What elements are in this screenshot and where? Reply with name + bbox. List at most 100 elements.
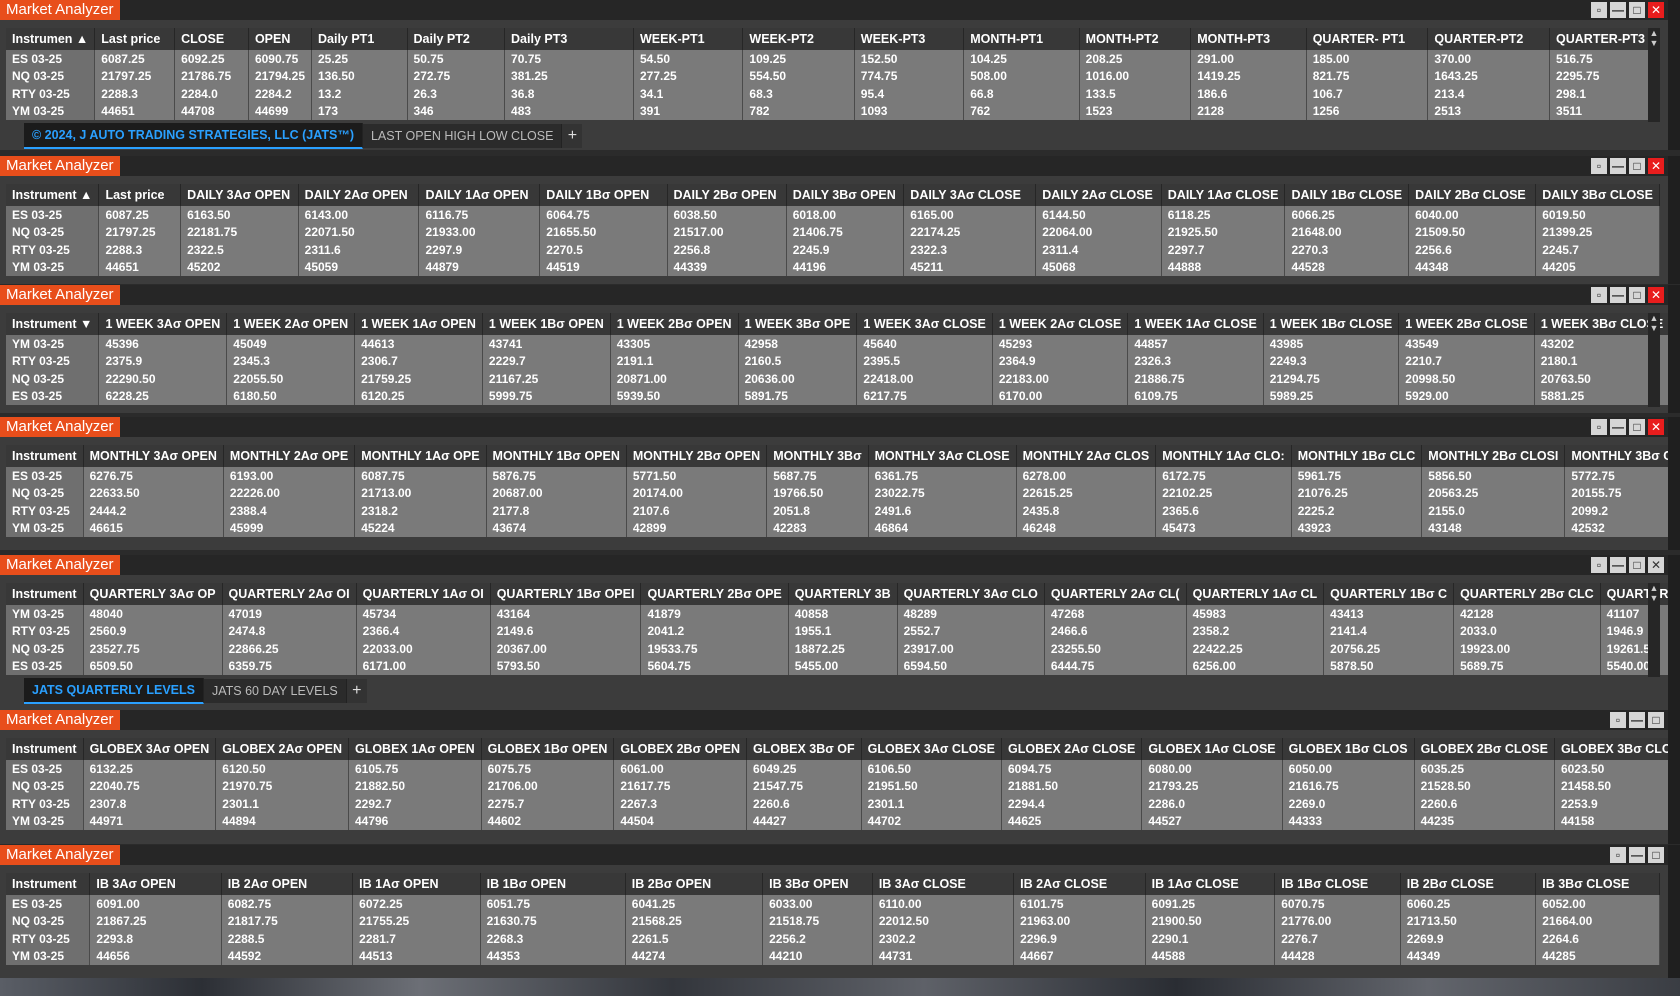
- table-row[interactable]: ES 03-25 6276.75 6193.00 6087.75 5876.75 5771…: [6, 467, 1668, 485]
- table-row[interactable]: ES 03-25 6087.25 6092.25 6090.75 25.25 50.75 7…: [6, 50, 1660, 68]
- vertical-scrollbar[interactable]: ▲ ▼: [1648, 28, 1660, 122]
- column-header[interactable]: GLOBEX 3Aσ OPEN: [83, 738, 217, 760]
- column-header[interactable]: MONTHLY 1Aσ OPE: [354, 445, 487, 467]
- table-row[interactable]: NQ 03-25 23527.75 22866.25 22033.00 20367.00…: [6, 640, 1668, 658]
- column-header[interactable]: GLOBEX 2Aσ OPEN: [215, 738, 349, 760]
- column-header[interactable]: IB 3Aσ CLOSE: [872, 873, 1015, 895]
- column-header[interactable]: MONTH-PT1: [963, 28, 1080, 50]
- column-header[interactable]: Instrument: [6, 583, 84, 605]
- restore-icon[interactable]: ▫: [1591, 287, 1607, 303]
- column-header[interactable]: MONTHLY 1Bσ CLC: [1291, 445, 1423, 467]
- column-header[interactable]: QUARTERLY 3Aσ CLO: [897, 583, 1045, 605]
- table-row[interactable]: RTY 03-25 2375.9 2345.3 2306.7 2229.7 2191.1 2…: [6, 352, 1668, 370]
- column-header[interactable]: GLOBEX 3Bσ CLOSE: [1554, 738, 1668, 760]
- column-header[interactable]: Last price: [94, 28, 176, 50]
- column-header[interactable]: MONTHLY 1Bσ OPEN: [486, 445, 627, 467]
- column-header[interactable]: IB 1Aσ CLOSE: [1145, 873, 1276, 895]
- maximize-icon[interactable]: □: [1648, 712, 1664, 728]
- table-row[interactable]: NQ 03-25 21867.25 21817.75 21755.25 21630.75…: [6, 912, 1660, 930]
- column-header[interactable]: QUARTERLY 2Aσ CL(: [1044, 583, 1187, 605]
- maximize-icon[interactable]: □: [1648, 847, 1664, 863]
- table-row[interactable]: ES 03-25 6132.25 6120.50 6105.75 6075.75 6061…: [6, 760, 1668, 778]
- column-header[interactable]: Instrument ▲: [6, 184, 100, 206]
- column-header[interactable]: QUARTER-PT2: [1427, 28, 1551, 50]
- tab-1[interactable]: © 2024, J AUTO TRADING STRATEGIES, LLC (…: [24, 123, 363, 149]
- column-header[interactable]: Instrument: [6, 738, 84, 760]
- column-header[interactable]: Daily PT2: [407, 28, 506, 50]
- column-header[interactable]: DAILY 2Bσ OPEN: [667, 184, 787, 206]
- column-header[interactable]: Daily PT3: [504, 28, 634, 50]
- minimize-icon[interactable]: —: [1610, 419, 1626, 435]
- window-titlebar[interactable]: Market Analyzer ▫ — □: [0, 710, 1668, 730]
- table-row[interactable]: RTY 03-25 2293.8 2288.5 2281.7 2268.3 2261.5 2…: [6, 930, 1660, 948]
- table-row[interactable]: NQ 03-25 22040.75 21970.75 21882.50 21706.00…: [6, 777, 1668, 795]
- column-header[interactable]: DAILY 1Bσ OPEN: [539, 184, 668, 206]
- column-header[interactable]: GLOBEX 2Bσ OPEN: [613, 738, 748, 760]
- minimize-icon[interactable]: —: [1610, 287, 1626, 303]
- window-titlebar[interactable]: Market Analyzer ▫ — □ ✕: [0, 285, 1668, 305]
- column-header[interactable]: 1 WEEK 3Aσ OPEN: [98, 313, 228, 335]
- vertical-scrollbar[interactable]: ▲ ▼: [1648, 583, 1660, 677]
- column-header[interactable]: IB 1Bσ OPEN: [480, 873, 626, 895]
- window-titlebar[interactable]: Market Analyzer ▫ — □ ✕: [0, 555, 1668, 575]
- column-header[interactable]: DAILY 2Bσ CLOSE: [1408, 184, 1537, 206]
- column-header[interactable]: CLOSE: [174, 28, 249, 50]
- column-header[interactable]: DAILY 2Aσ CLOSE: [1035, 184, 1162, 206]
- table-row[interactable]: NQ 03-25 21797.25 21786.75 21794.25 136.50 27…: [6, 67, 1660, 85]
- column-header[interactable]: QUARTERLY 2Aσ OI: [222, 583, 357, 605]
- vertical-scrollbar[interactable]: ▲ ▼: [1648, 313, 1660, 407]
- table-row[interactable]: NQ 03-25 21797.25 22181.75 22071.50 21933.00…: [6, 223, 1660, 241]
- column-header[interactable]: QUARTERLY 1Aσ OI: [356, 583, 491, 605]
- column-header[interactable]: QUARTERLY 3Aσ OP: [83, 583, 223, 605]
- window-titlebar[interactable]: Market Analyzer ▫ — □ ✕: [0, 417, 1668, 437]
- column-header[interactable]: DAILY 3Bσ OPEN: [786, 184, 905, 206]
- column-header[interactable]: QUARTERLY 1Bσ C: [1323, 583, 1455, 605]
- restore-icon[interactable]: ▫: [1591, 419, 1607, 435]
- window-titlebar[interactable]: Market Analyzer ▫ — □ ✕: [0, 156, 1668, 176]
- column-header[interactable]: 1 WEEK 3Bσ OPE: [738, 313, 858, 335]
- column-header[interactable]: GLOBEX 1Aσ CLOSE: [1141, 738, 1283, 760]
- column-header[interactable]: DAILY 1Aσ OPEN: [418, 184, 541, 206]
- scroll-up-icon[interactable]: ▲: [1648, 313, 1660, 323]
- table-row[interactable]: YM 03-25 45396 45049 44613 43741 43305 42958 45…: [6, 335, 1668, 353]
- column-header[interactable]: Instrument: [6, 445, 84, 467]
- scroll-down-icon[interactable]: ▼: [1648, 593, 1660, 603]
- maximize-icon[interactable]: □: [1629, 419, 1645, 435]
- column-header[interactable]: WEEK-PT3: [854, 28, 965, 50]
- close-icon[interactable]: ✕: [1648, 2, 1664, 18]
- close-icon[interactable]: ✕: [1648, 557, 1664, 573]
- minimize-icon[interactable]: —: [1610, 2, 1626, 18]
- column-header[interactable]: MONTH-PT2: [1079, 28, 1192, 50]
- column-header[interactable]: Instrument ▼: [6, 313, 100, 335]
- column-header[interactable]: 1 WEEK 2Bσ OPEN: [610, 313, 739, 335]
- add-tab-icon[interactable]: +: [562, 124, 583, 148]
- table-row[interactable]: RTY 03-25 2560.9 2474.8 2366.4 2149.6 2041.2 1…: [6, 622, 1668, 640]
- column-header[interactable]: DAILY 1Aσ CLOSE: [1161, 184, 1286, 206]
- column-header[interactable]: MONTH-PT3: [1190, 28, 1307, 50]
- minimize-icon[interactable]: —: [1629, 847, 1645, 863]
- column-header[interactable]: QUARTER-PT3: [1549, 28, 1660, 50]
- column-header[interactable]: MONTHLY 3Bσ: [766, 445, 869, 467]
- table-row[interactable]: ES 03-25 6228.25 6180.50 6120.25 5999.75 5939…: [6, 387, 1668, 405]
- scroll-down-icon[interactable]: ▼: [1648, 38, 1660, 48]
- window-titlebar[interactable]: Market Analyzer ▫ — □: [0, 845, 1668, 865]
- minimize-icon[interactable]: —: [1629, 712, 1645, 728]
- column-header[interactable]: DAILY 3Aσ CLOSE: [903, 184, 1037, 206]
- column-header[interactable]: IB 2Bσ OPEN: [625, 873, 764, 895]
- table-row[interactable]: ES 03-25 6091.00 6082.75 6072.25 6051.75 6041…: [6, 895, 1660, 913]
- column-header[interactable]: Last price: [98, 184, 182, 206]
- table-row[interactable]: RTY 03-25 2307.8 2301.1 2292.7 2275.7 2267.3 2…: [6, 795, 1668, 813]
- column-header[interactable]: QUARTERLY 2Bσ CLC: [1453, 583, 1601, 605]
- column-header[interactable]: QUARTERLY 3Bσ CLC: [1600, 583, 1668, 605]
- column-header[interactable]: GLOBEX 3Bσ OF: [746, 738, 862, 760]
- table-row[interactable]: ES 03-25 6087.25 6163.50 6143.00 6116.75 6064…: [6, 206, 1660, 224]
- column-header[interactable]: DAILY 3Aσ OPEN: [180, 184, 299, 206]
- scroll-up-icon[interactable]: ▲: [1648, 583, 1660, 593]
- column-header[interactable]: GLOBEX 1Bσ OPEN: [481, 738, 615, 760]
- table-row[interactable]: YM 03-25 48040 47019 45734 43164 41879 40858 48…: [6, 605, 1668, 623]
- restore-icon[interactable]: ▫: [1591, 2, 1607, 18]
- column-header[interactable]: WEEK-PT1: [633, 28, 744, 50]
- column-header[interactable]: IB 1Bσ CLOSE: [1274, 873, 1401, 895]
- table-row[interactable]: YM 03-25 44651 44708 44699 173 346 483 391 782 10…: [6, 102, 1660, 120]
- tab-2[interactable]: LAST OPEN HIGH LOW CLOSE: [362, 124, 563, 148]
